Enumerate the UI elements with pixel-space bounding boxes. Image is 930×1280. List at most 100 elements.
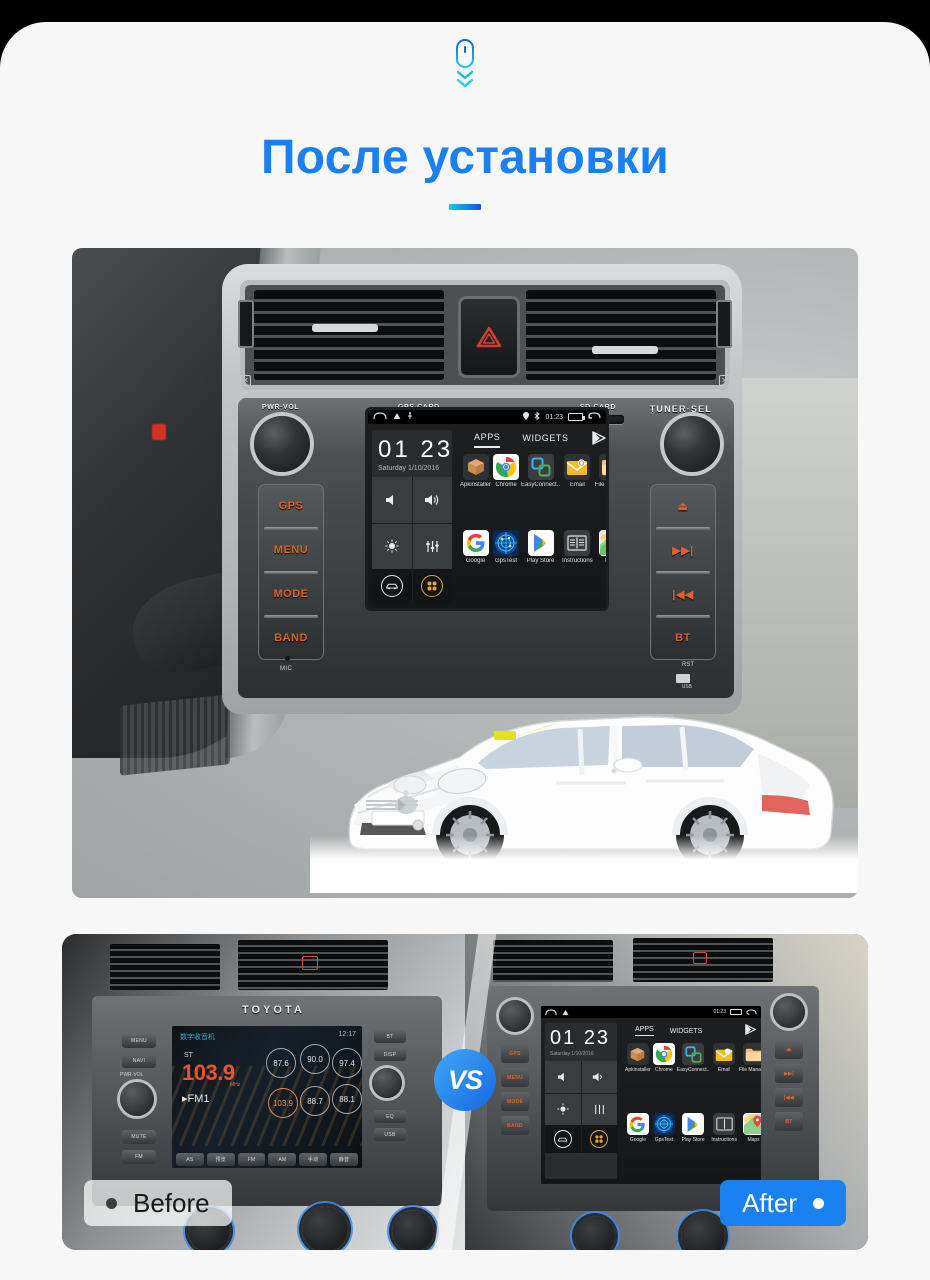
after-bt-button[interactable]: BT — [775, 1112, 803, 1131]
app-instructions[interactable]: Instructions — [562, 530, 593, 604]
preset-1[interactable]: 87.6 — [266, 1048, 296, 1078]
tab-fm[interactable]: FM — [237, 1153, 266, 1166]
before-tune-knob[interactable] — [372, 1068, 402, 1098]
before-usb-button[interactable]: USB — [374, 1128, 406, 1141]
power-volume-knob[interactable] — [254, 416, 310, 472]
eject-button[interactable]: ⏏ — [650, 484, 716, 528]
app-chrome[interactable]: Chrome — [493, 454, 520, 528]
app-label: GpsTest — [495, 558, 518, 564]
after-eject-button[interactable]: ⏏ — [775, 1040, 803, 1059]
vent-slider-right[interactable] — [592, 346, 658, 354]
after-clock-widget[interactable]: 01 23 Saturday 1/10/2016 — [545, 1023, 617, 1179]
after-app-file-manager[interactable]: File Manager — [739, 1043, 761, 1111]
after-volume-high-icon[interactable] — [581, 1061, 617, 1093]
after-android-screen[interactable]: 01:23 01 23 Saturday 1/10/2016 APPS WIDG… — [541, 1006, 761, 1184]
after-volume-low-icon[interactable] — [545, 1061, 581, 1093]
before-hazard-button[interactable] — [302, 956, 318, 970]
volume-low-icon[interactable] — [372, 477, 412, 523]
tab-am[interactable]: AM — [268, 1153, 297, 1166]
car-icon[interactable] — [372, 569, 412, 603]
after-app-instructions[interactable]: Instructions — [711, 1113, 737, 1181]
after-gps-button[interactable]: GPS — [501, 1044, 529, 1063]
clock-widget[interactable]: 01 23 Saturday 1/10/2016 — [372, 430, 452, 603]
preset-5[interactable]: 88.7 — [300, 1086, 330, 1116]
tab-as[interactable]: AS — [176, 1153, 204, 1166]
after-app-maps[interactable]: Maps — [739, 1113, 761, 1181]
equalizer-icon[interactable] — [412, 523, 452, 569]
before-volume-knob[interactable] — [120, 1082, 154, 1116]
after-next-button[interactable]: ▶▶| — [775, 1064, 803, 1083]
after-app-gpstest[interactable]: GpsTest — [652, 1113, 675, 1181]
gps-button[interactable]: GPS — [258, 484, 324, 528]
menu-button[interactable]: MENU — [258, 527, 324, 572]
after-app-easyconnect[interactable]: EasyConnect.. — [677, 1043, 709, 1111]
after-app-google[interactable]: Google — [625, 1113, 651, 1181]
tab-preview[interactable]: 预览 — [206, 1153, 235, 1166]
before-eq-button[interactable]: EQ — [374, 1110, 406, 1123]
after-tab-apps[interactable]: APPS — [635, 1026, 654, 1036]
after-menu-button[interactable]: MENU — [501, 1068, 529, 1087]
next-track-button[interactable]: ▶▶| — [650, 527, 716, 572]
after-app-play-store[interactable]: Play Store — [677, 1113, 710, 1181]
preset-2[interactable]: 90.0 — [300, 1044, 330, 1074]
hazard-light-button[interactable] — [458, 296, 520, 378]
before-extra-button[interactable]: FM — [122, 1150, 156, 1164]
preset-3[interactable]: 97.4 — [332, 1048, 362, 1078]
after-apps-grid-icon[interactable] — [581, 1125, 617, 1153]
before-menu-button[interactable]: MENU — [122, 1034, 156, 1048]
widget-clock-time: 01 23 — [378, 436, 454, 463]
after-hazard-button[interactable] — [693, 952, 707, 964]
back-arrow-icon[interactable] — [588, 412, 601, 422]
brightness-icon[interactable] — [372, 523, 412, 569]
apps-grid-icon[interactable] — [412, 569, 452, 603]
play-store-triangle-icon[interactable] — [591, 430, 606, 450]
after-equalizer-icon[interactable] — [581, 1093, 617, 1125]
tab-manual[interactable]: 手动 — [299, 1153, 328, 1166]
before-ac-knob-right[interactable] — [392, 1210, 434, 1250]
before-bottom-tabs: AS 预览 FM AM 手动 静音 — [176, 1153, 358, 1166]
after-band-button[interactable]: BAND — [501, 1116, 529, 1135]
tab-mute[interactable]: 静音 — [330, 1153, 358, 1166]
preset-4[interactable]: 103.9 — [268, 1088, 298, 1118]
after-car-icon[interactable] — [545, 1125, 581, 1153]
app-google[interactable]: Google — [460, 530, 491, 604]
chrome-icon — [493, 454, 520, 480]
head-unit-screen[interactable]: 01:23 01 23 Saturday 1/10/2016 APPS WIDG… — [368, 410, 606, 608]
after-app-apkinstaller[interactable]: Apkinstaller — [625, 1043, 651, 1111]
after-app-chrome[interactable]: Chrome — [652, 1043, 675, 1111]
mode-button[interactable]: MODE — [258, 571, 324, 616]
app-easyconnect[interactable]: EasyConnect.. — [521, 454, 560, 528]
before-disp-button[interactable]: DISP — [374, 1048, 406, 1061]
after-volume-knob[interactable] — [499, 1000, 531, 1032]
before-ac-knob-center[interactable] — [302, 1206, 348, 1250]
volume-high-icon[interactable] — [412, 477, 452, 523]
before-bt-button[interactable]: BT — [374, 1030, 406, 1043]
app-play-store[interactable]: Play Store — [521, 530, 560, 604]
after-tuner-knob[interactable] — [773, 996, 805, 1028]
tuner-sel-knob[interactable] — [664, 416, 720, 472]
after-app-email[interactable]: Email — [711, 1043, 737, 1111]
before-navi-button[interactable]: NAVI — [122, 1054, 156, 1068]
vent-slider-left[interactable] — [312, 324, 378, 332]
after-tab-widgets[interactable]: WIDGETS — [670, 1028, 703, 1035]
app-email[interactable]: Email — [562, 454, 593, 528]
app-label: Chrome — [495, 482, 517, 488]
before-mute-button[interactable]: MUTE — [122, 1130, 156, 1144]
app-maps[interactable]: Maps — [595, 530, 606, 604]
tab-apps[interactable]: APPS — [474, 432, 501, 448]
app-file-manager[interactable]: File Manager — [595, 454, 606, 528]
after-ac-knob-left[interactable] — [575, 1216, 615, 1250]
after-ac-knob-center[interactable] — [681, 1214, 725, 1250]
vent-knob-far-left[interactable] — [238, 300, 254, 348]
after-prev-button[interactable]: |◀◀ — [775, 1088, 803, 1107]
after-mode-button[interactable]: MODE — [501, 1092, 529, 1111]
vent-knob-far-right[interactable] — [716, 300, 732, 348]
after-play-store-triangle-icon[interactable] — [744, 1022, 757, 1040]
app-gpstest[interactable]: GpsTest — [493, 530, 520, 604]
tab-widgets[interactable]: WIDGETS — [522, 433, 568, 447]
app-label: Email — [569, 482, 585, 488]
previous-track-button[interactable]: |◀◀ — [650, 571, 716, 616]
app-apkinstaller[interactable]: Apkinstaller — [460, 454, 491, 528]
preset-6[interactable]: 88.1 — [332, 1084, 362, 1114]
after-brightness-icon[interactable] — [545, 1093, 581, 1125]
